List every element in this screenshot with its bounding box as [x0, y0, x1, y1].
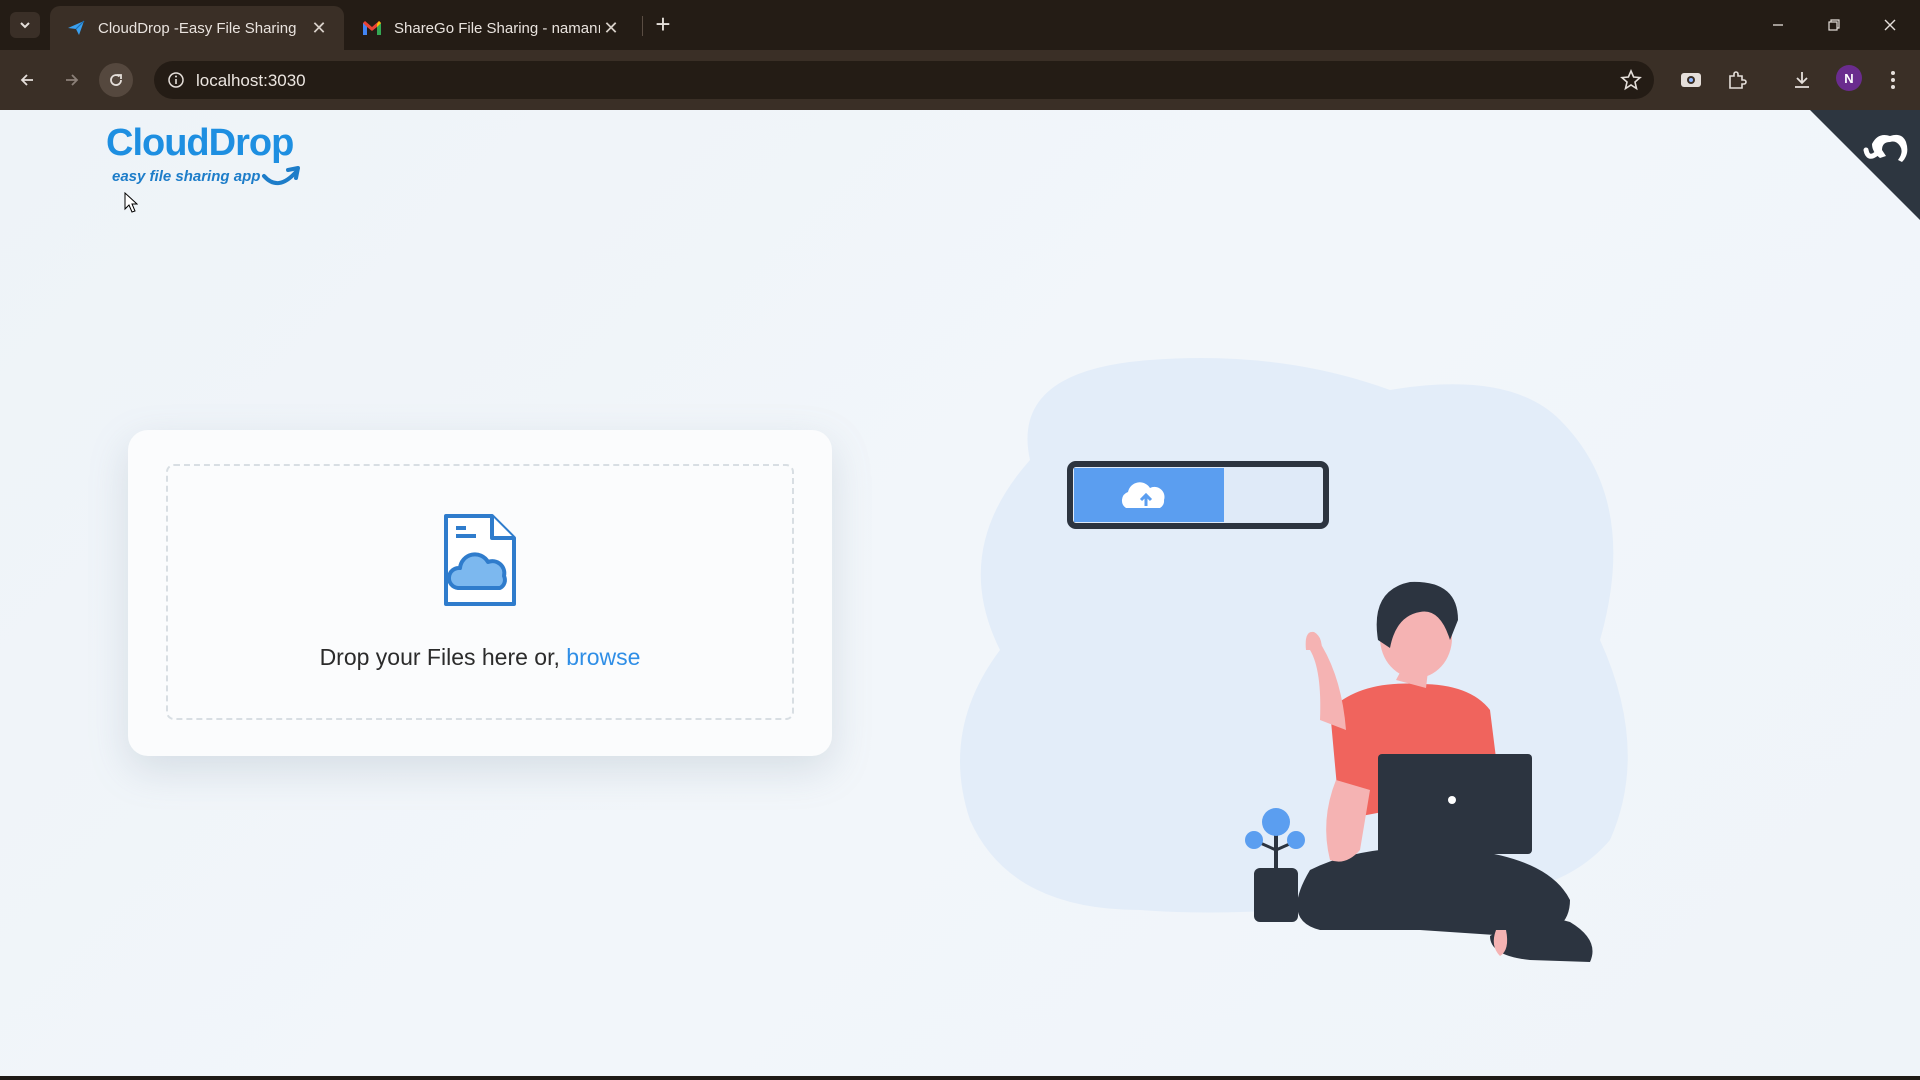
downloads-button[interactable]	[1785, 63, 1819, 97]
cloud-file-icon	[444, 514, 516, 606]
download-icon	[1795, 72, 1809, 88]
reload-icon	[110, 74, 122, 86]
url-text: localhost:3030	[196, 71, 306, 90]
tab-strip: CloudDrop -Easy File Sharing ✕ ShareGo F…	[0, 0, 1920, 50]
close-icon[interactable]: ✕	[308, 17, 330, 39]
window-bottom-edge	[0, 1076, 1920, 1080]
page-content: CloudDrop easy file sharing app Drop you…	[0, 110, 1920, 1076]
tab-title: CloudDrop -Easy File Sharing	[98, 19, 297, 37]
clouddrop-logo[interactable]: CloudDrop easy file sharing app	[106, 122, 306, 185]
tab-clouddrop[interactable]: CloudDrop -Easy File Sharing ✕	[50, 6, 344, 50]
arrow-left-icon	[20, 74, 33, 86]
browser-toolbar: localhost:3030	[0, 50, 1920, 110]
extensions-button[interactable]	[1720, 63, 1754, 97]
tab-gmail[interactable]: ShareGo File Sharing - namanı ✕	[346, 6, 636, 50]
browse-link[interactable]: browse	[566, 644, 640, 670]
tab-search-button[interactable]	[10, 12, 40, 38]
address-bar[interactable]: localhost:3030	[154, 61, 1654, 99]
close-icon[interactable]: ✕	[600, 17, 622, 39]
chevron-down-icon	[20, 22, 30, 29]
tab-title: ShareGo File Sharing - namanı	[394, 19, 600, 37]
menu-button[interactable]	[1876, 63, 1910, 97]
browser-window: CloudDrop -Easy File Sharing ✕ ShareGo F…	[0, 0, 1920, 1080]
profile-avatar[interactable]: N	[1836, 65, 1862, 91]
close-window-button[interactable]	[1870, 8, 1910, 42]
puzzle-icon	[1729, 71, 1747, 89]
minimize-icon	[1773, 24, 1783, 26]
file-dropzone[interactable]: Drop your Files here or, browse	[166, 464, 794, 720]
github-corner-icon[interactable]	[1810, 110, 1920, 220]
restore-icon	[1828, 19, 1840, 31]
upload-illustration	[960, 358, 1628, 962]
logo-tagline: easy file sharing app	[112, 168, 261, 185]
forward-button[interactable]	[55, 63, 89, 97]
close-icon	[1884, 19, 1896, 31]
info-icon[interactable]	[162, 66, 190, 94]
back-button[interactable]	[10, 63, 44, 97]
logo-swoosh-icon	[262, 166, 300, 185]
bookmark-star-icon[interactable]	[1620, 68, 1642, 96]
screenshot-extension-button[interactable]	[1674, 63, 1708, 97]
mouse-cursor-icon	[124, 192, 138, 213]
camera-icon	[1681, 73, 1701, 87]
tab-divider	[642, 16, 643, 36]
paper-plane-icon	[66, 18, 86, 38]
drop-instructions: Drop your Files here or, browse	[168, 644, 792, 671]
minimize-button[interactable]	[1758, 8, 1798, 42]
more-vert-icon	[1891, 71, 1895, 89]
restore-button[interactable]	[1814, 8, 1854, 42]
new-tab-button[interactable]: +	[650, 11, 676, 38]
reload-button[interactable]	[99, 63, 133, 97]
upload-card: Drop your Files here or, browse	[128, 430, 832, 756]
gmail-icon	[362, 18, 382, 38]
arrow-right-icon	[66, 74, 79, 86]
drop-text: Drop your Files here or,	[319, 644, 567, 670]
